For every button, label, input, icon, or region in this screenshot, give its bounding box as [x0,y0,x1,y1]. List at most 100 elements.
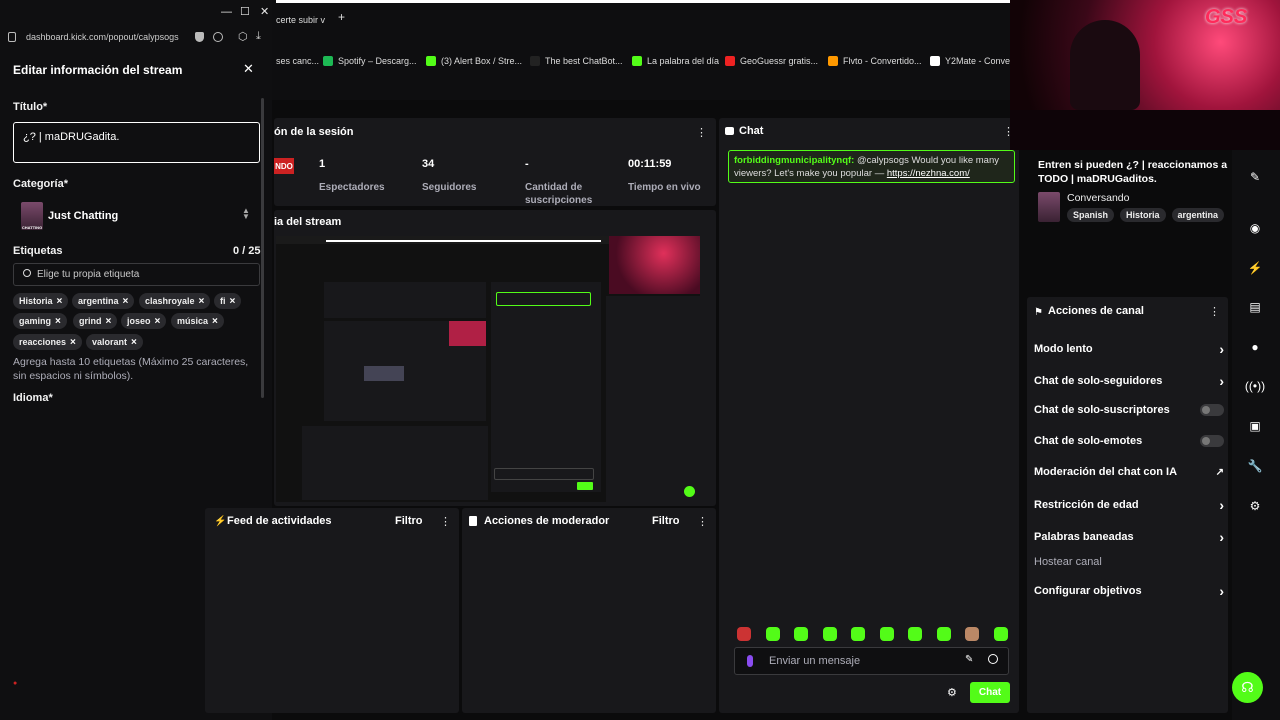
bookmark-label: The best ChatBot... [545,56,623,66]
maximize-button[interactable]: ☐ [240,5,250,18]
bookmark-5[interactable]: GeoGuessr gratis... [725,56,818,66]
tag-label: valorant [92,337,128,347]
channel-action-2[interactable]: Chat de solo-suscriptores [1034,404,1224,416]
emote-9[interactable] [993,627,1008,641]
stream-info-category[interactable]: Conversando [1067,192,1129,204]
document-side-icon[interactable]: ▤ [1243,295,1267,319]
session-card: ón de la sesión ⋮ NDO 1 Espectadores 34 Seg… [274,118,716,206]
channel-action-1[interactable]: Chat de solo-seguidores › [1034,373,1224,389]
video-icon[interactable]: ▣ [1243,414,1267,438]
channel-action-7[interactable]: Hostear canal [1034,556,1224,568]
title-input-value: ¿? | maDRUGadita. [23,131,120,143]
remove-tag-icon[interactable]: × [230,296,236,307]
chat-title: Chat [739,125,764,137]
remove-tag-icon[interactable]: × [155,316,161,327]
chat-settings-icon[interactable]: ⚙ [947,686,957,699]
extension-icon[interactable] [213,32,223,42]
category-select[interactable]: CHATTING Just Chatting ▲ ▼ [13,200,260,232]
channel-action-0[interactable]: Modo lento › [1034,341,1224,357]
emote-4[interactable] [851,627,865,641]
emote-0[interactable] [737,627,751,641]
channel-action-3[interactable]: Chat de solo-emotes [1034,435,1224,447]
mic-icon[interactable] [747,655,753,667]
remove-tag-icon[interactable]: × [123,296,129,307]
stream-info-tag[interactable]: Spanish [1067,208,1115,222]
channel-action-4[interactable]: Moderación del chat con IA ↗ [1034,466,1224,478]
remove-tag-icon[interactable]: × [106,316,112,327]
address-bar[interactable]: dashboard.kick.com/popout/calypsogs ⬡ ⤓ [0,28,272,48]
help-headset-icon[interactable]: ☊ [1232,672,1263,703]
channel-action-8[interactable]: Configurar objetivos › [1034,583,1224,599]
screenshot-icon[interactable]: ◉ [1243,216,1267,240]
channel-action-5[interactable]: Restricción de edad › [1034,497,1224,513]
wrench-icon[interactable]: 🔧 [1243,454,1267,478]
session-menu-icon[interactable]: ⋮ [696,126,707,139]
edit-icon[interactable]: ✎ [1243,165,1267,189]
chat-input-placeholder: Enviar un mensaje [769,655,861,667]
activity-menu-icon[interactable]: ⋮ [440,515,451,528]
channel-actions-menu-icon[interactable]: ⋮ [1209,305,1220,318]
tag-chip: música × [171,313,224,329]
bookmark-0[interactable]: ses canc... [276,56,319,66]
tag-label: música [177,316,209,326]
preview-title: ia del stream [274,216,342,228]
chat-send-button[interactable]: Chat [970,682,1010,703]
emote-5[interactable] [879,627,894,641]
close-window-button[interactable]: ✕ [260,5,269,18]
channel-actions-icon: ⚑ [1034,307,1043,318]
mod-filter-button[interactable]: Filtro [652,515,680,527]
tag-chip: fi × [214,293,242,309]
settings-icon[interactable]: ⚙ [1243,494,1267,518]
stream-info-tag[interactable]: argentina [1171,208,1225,222]
tags-input[interactable]: Elige tu propia etiqueta [13,263,260,286]
remove-tag-icon[interactable]: × [199,296,205,307]
bookmark-2[interactable]: (3) Alert Box / Stre... [426,56,522,66]
emote-6[interactable] [908,627,922,641]
share-icon[interactable]: ⬡ [238,30,248,43]
download-icon[interactable]: ⤓ [256,30,261,43]
lightning-side-icon[interactable]: ⚡ [1243,256,1267,280]
emote-7[interactable] [936,627,951,641]
title-input[interactable]: ¿? | maDRUGadita. [13,122,260,163]
bookmark-4[interactable]: La palabra del día [632,56,719,66]
panel-scrollbar[interactable] [261,98,264,398]
channel-action-label: Restricción de edad [1034,499,1139,511]
emote-2[interactable] [794,627,808,641]
emote-8[interactable] [965,627,979,641]
preview-chat-send [577,482,593,490]
toggle-switch[interactable] [1200,404,1224,416]
chat-message-link[interactable]: https://nezhna.com/ [887,168,970,179]
stream-preview-video[interactable] [276,236,700,502]
remove-tag-icon[interactable]: × [70,337,76,348]
emote-1[interactable] [765,627,780,641]
stream-info-tag[interactable]: Historia [1120,208,1166,222]
remove-tag-icon[interactable]: × [212,316,218,327]
minimize-button[interactable]: — [221,6,232,18]
browser-tab[interactable]: certe subir v [276,12,336,26]
remove-tag-icon[interactable]: × [131,337,137,348]
bookmark-3[interactable]: The best ChatBot... [530,56,623,66]
bookmark-6[interactable]: Flvto - Convertido... [828,56,922,66]
emoji-icon[interactable] [988,654,998,664]
bookmark-7[interactable]: Y2Mate - Convert [930,56,1016,66]
tags-label: Etiquetas [13,245,63,257]
category-thumbnail-text: CHATTING [21,225,43,230]
emote-3[interactable] [822,627,837,641]
close-panel-icon[interactable]: ✕ [243,61,254,77]
tag-chip: valorant × [86,334,143,350]
live-badge: NDO [274,158,294,174]
toggle-switch[interactable] [1200,435,1224,447]
broadcast-icon[interactable]: ((•)) [1243,374,1267,398]
remove-tag-icon[interactable]: × [57,296,63,307]
chat-input[interactable]: Enviar un mensaje ✎ [734,647,1009,675]
activity-filter-button[interactable]: Filtro [395,515,423,527]
translate-icon[interactable]: ✎ [965,654,973,665]
new-tab-button[interactable]: + [338,10,345,24]
chat-message-user[interactable]: forbiddingmunicipalitynqf: [734,155,854,166]
shield-icon[interactable] [195,32,204,42]
channel-action-6[interactable]: Palabras baneadas › [1034,529,1224,545]
remove-tag-icon[interactable]: × [55,316,61,327]
chat-side-icon[interactable]: ● [1243,335,1267,359]
bookmark-1[interactable]: Spotify – Descarg... [323,56,417,66]
mod-menu-icon[interactable]: ⋮ [697,515,708,528]
